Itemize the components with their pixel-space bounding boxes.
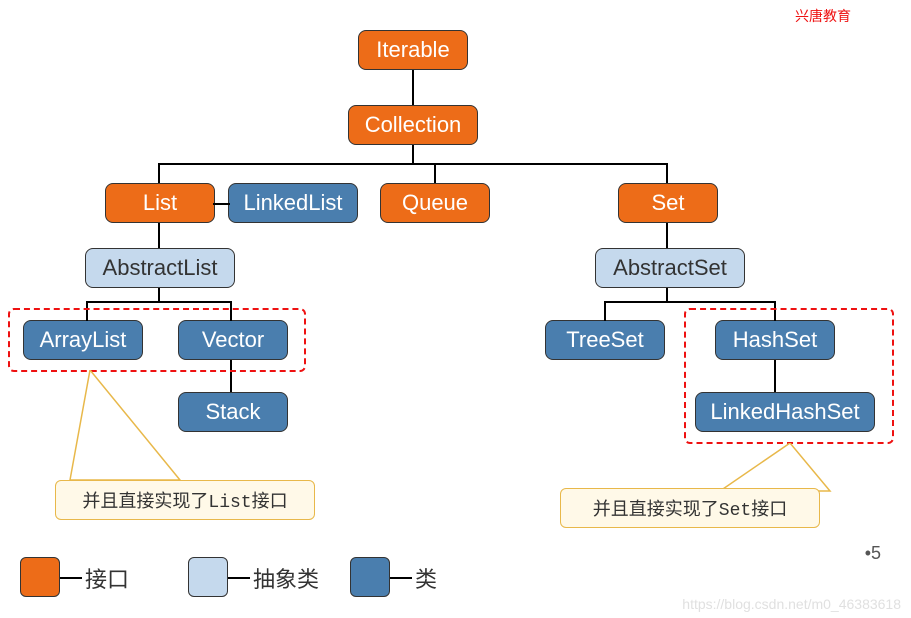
legend-abstract-swatch: [188, 557, 228, 597]
legend-class-label: 类: [415, 562, 437, 594]
edge: [86, 301, 232, 303]
node-queue: Queue: [380, 183, 490, 223]
callout-set-note: 并且直接实现了Set接口: [560, 488, 820, 528]
highlight-set-impls: [684, 308, 894, 444]
edge: [213, 203, 230, 205]
edge: [158, 163, 668, 165]
legend-class-swatch: [350, 557, 390, 597]
callout-pointer: [60, 370, 200, 485]
node-abstractset: AbstractSet: [595, 248, 745, 288]
legend-connector: [390, 577, 412, 579]
edge: [158, 163, 160, 183]
highlight-list-impls: [8, 308, 306, 372]
node-linkedlist: LinkedList: [228, 183, 358, 223]
edge: [412, 70, 414, 105]
legend-interface-label: 接口: [85, 562, 129, 594]
callout-text: 并且直接实现了Set接口: [593, 501, 787, 521]
edge: [666, 223, 668, 248]
node-set: Set: [618, 183, 718, 223]
node-iterable: Iterable: [358, 30, 468, 70]
node-abstractlist: AbstractList: [85, 248, 235, 288]
callout-list-note: 并且直接实现了List接口: [55, 480, 315, 520]
legend-connector: [60, 577, 82, 579]
edge: [412, 145, 414, 165]
legend-abstract-label: 抽象类: [253, 562, 319, 594]
node-collection: Collection: [348, 105, 478, 145]
node-treeset: TreeSet: [545, 320, 665, 360]
node-list: List: [105, 183, 215, 223]
callout-pointer: [700, 443, 840, 493]
legend-connector: [228, 577, 250, 579]
edge: [604, 301, 606, 321]
brand-label: 兴唐教育: [795, 6, 851, 26]
callout-text: 并且直接实现了List接口: [82, 493, 287, 513]
watermark: https://blog.csdn.net/m0_46383618: [682, 596, 901, 612]
edge: [434, 163, 436, 183]
page-number: •5: [865, 543, 881, 564]
edge: [666, 163, 668, 183]
edge: [604, 301, 776, 303]
edge: [158, 223, 160, 248]
legend-interface-swatch: [20, 557, 60, 597]
